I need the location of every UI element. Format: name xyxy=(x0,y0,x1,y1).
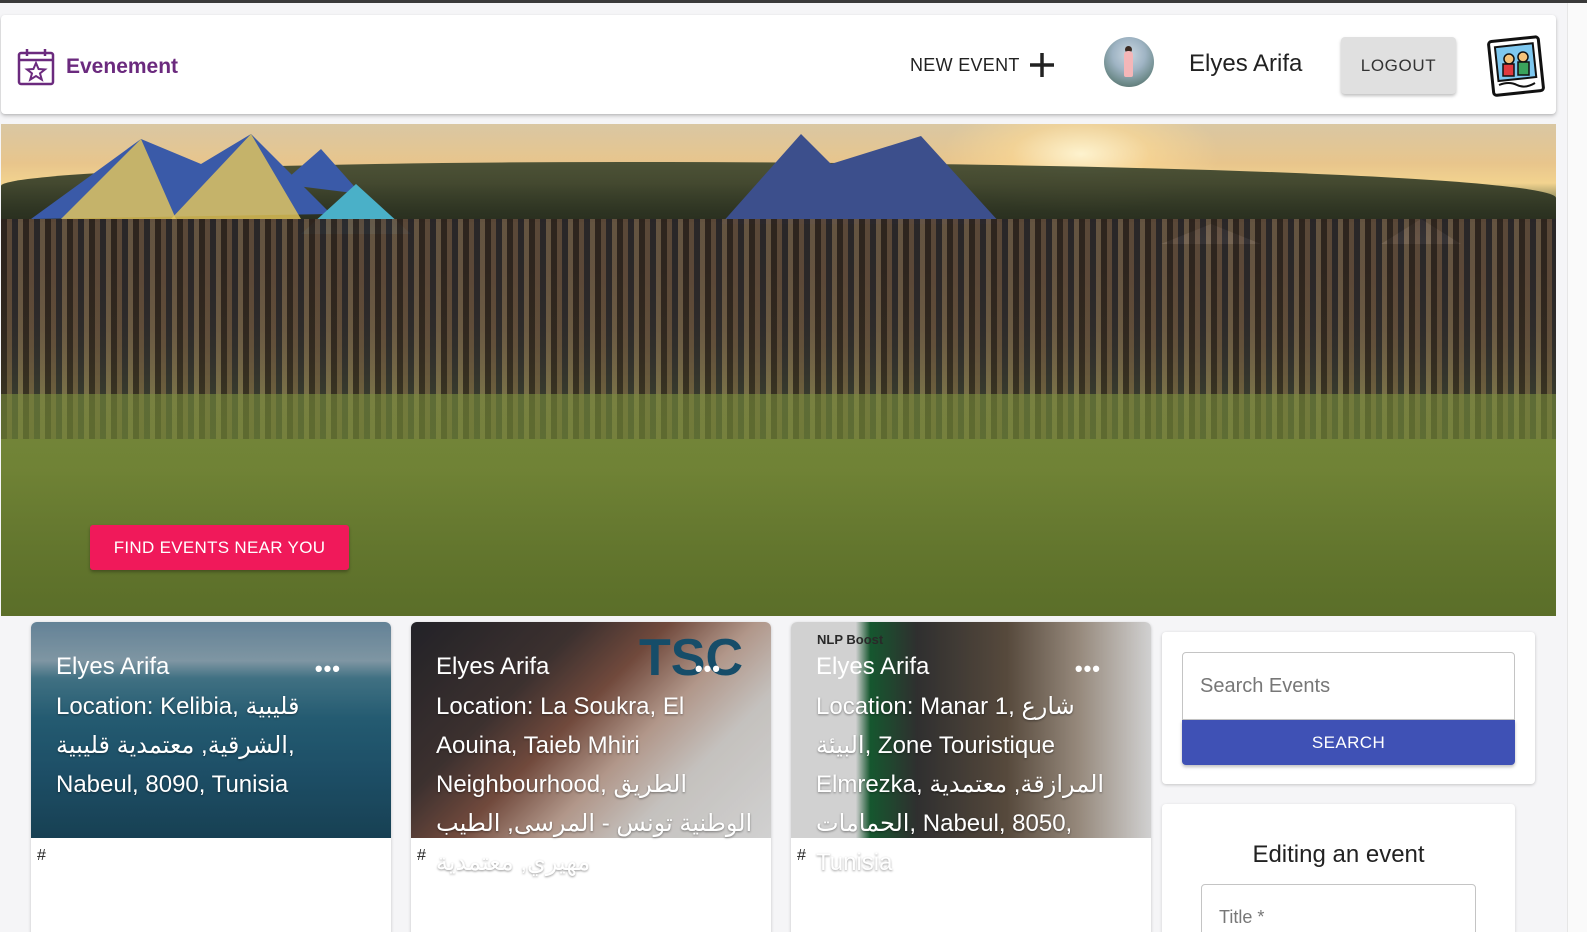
more-options-icon[interactable]: ••• xyxy=(1075,656,1101,682)
card-link[interactable]: # xyxy=(797,847,806,865)
search-panel: SEARCH xyxy=(1162,632,1535,784)
search-button[interactable]: SEARCH xyxy=(1182,720,1515,765)
edit-event-panel: Editing an event Title * xyxy=(1162,804,1515,932)
username: Elyes Arifa xyxy=(1189,50,1303,77)
avatar[interactable] xyxy=(1104,37,1154,87)
more-options-icon[interactable]: ••• xyxy=(695,656,721,682)
title-field-label: Title * xyxy=(1219,907,1265,927)
event-card[interactable]: Elyes Arifa Location: Kelibia, قليبية ال… xyxy=(31,622,391,932)
card-location: Location: Kelibia, قليبية الشرقية, معتمد… xyxy=(56,693,300,798)
card-header: Elyes Arifa Location: Manar 1, شارع البي… xyxy=(816,652,1136,882)
friends-photo-icon[interactable] xyxy=(1487,35,1547,97)
search-input[interactable] xyxy=(1182,652,1515,720)
event-card[interactable]: TSC Elyes Arifa Location: La Soukra, El … xyxy=(411,622,771,932)
page-scrollbar[interactable] xyxy=(1567,3,1587,932)
hero-banner: FIND EVENTS NEAR YOU xyxy=(1,124,1556,616)
title-field[interactable]: Title * xyxy=(1201,884,1476,932)
card-location: Location: Manar 1, شارع البيئة, Zone Tou… xyxy=(816,693,1105,876)
plus-icon xyxy=(1029,53,1054,77)
card-header: Elyes Arifa Location: La Soukra, El Aoui… xyxy=(436,652,756,882)
hero-grass xyxy=(1,394,1556,616)
card-location: Location: La Soukra, El Aouina, Taieb Mh… xyxy=(436,693,753,876)
app-bar: Evenement NEW EVENT Elyes Arifa LOGOUT xyxy=(1,15,1556,114)
event-card[interactable]: NLP Boost Elyes Arifa Location: Manar 1,… xyxy=(791,622,1151,932)
new-event-button[interactable]: NEW EVENT xyxy=(910,51,1056,79)
edit-event-heading: Editing an event xyxy=(1252,841,1425,868)
calendar-star-icon xyxy=(17,49,55,86)
logout-button[interactable]: LOGOUT xyxy=(1341,37,1456,94)
avatar-person-body xyxy=(1124,51,1133,77)
brand[interactable]: Evenement xyxy=(16,47,178,87)
new-event-label: NEW EVENT xyxy=(910,54,1020,75)
brand-name: Evenement xyxy=(66,55,179,78)
find-events-near-you-button[interactable]: FIND EVENTS NEAR YOU xyxy=(90,525,349,570)
more-options-icon[interactable]: ••• xyxy=(315,656,341,682)
card-link[interactable]: # xyxy=(417,847,426,865)
card-link[interactable]: # xyxy=(37,847,46,865)
